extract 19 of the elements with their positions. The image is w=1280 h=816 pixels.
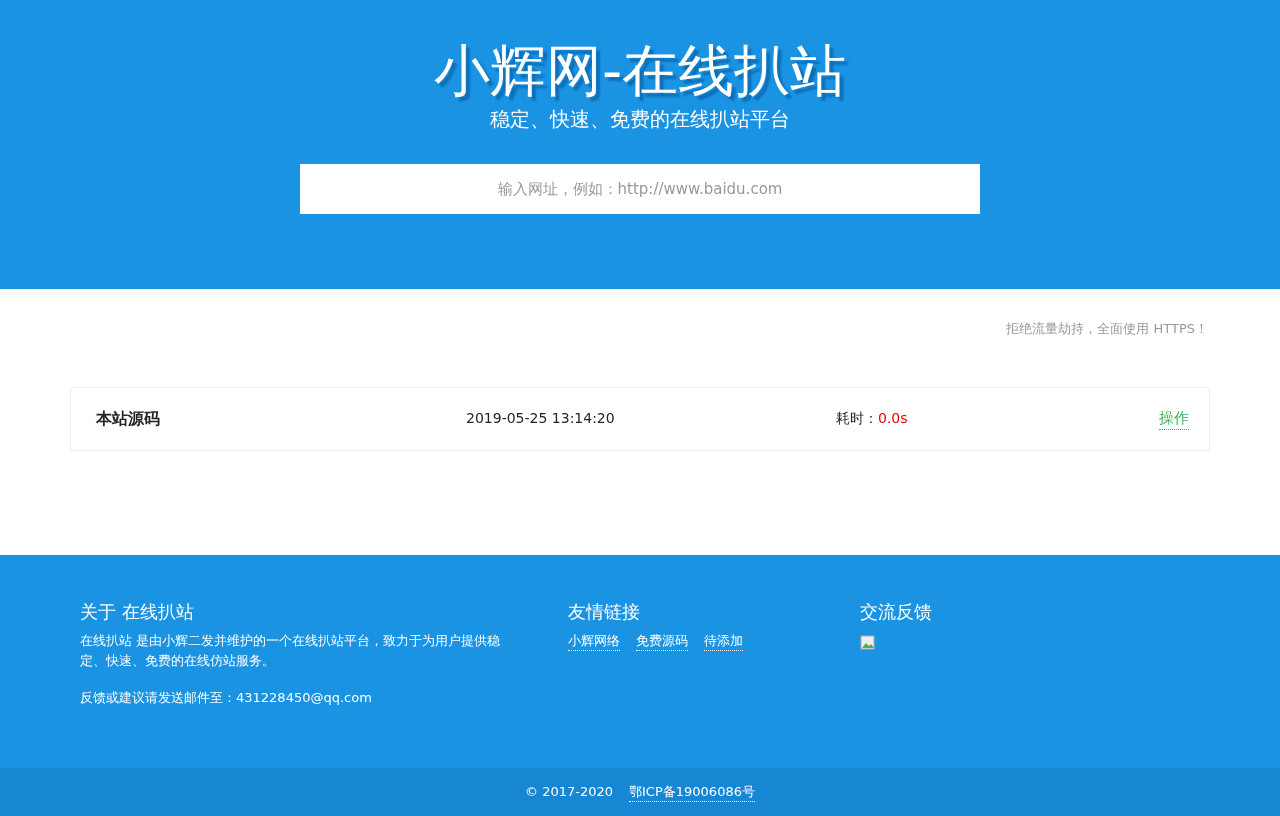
feedback-heading: 交流反馈 <box>860 601 932 623</box>
https-notice: 拒绝流量劫持，全面使用 HTTPS！ <box>1005 320 1209 338</box>
friend-link[interactable]: 小辉网络 <box>568 630 620 652</box>
site-subtitle: 稳定、快速、免费的在线扒站平台 <box>489 105 791 133</box>
copyright-text: © 2017-2020 <box>525 783 614 802</box>
friend-link[interactable]: 待添加 <box>704 630 743 652</box>
record-name: 本站源码 <box>96 407 161 430</box>
friend-link[interactable]: 免费源码 <box>636 630 688 652</box>
record-time: 2019-05-25 13:14:20 <box>466 409 616 428</box>
links-heading: 友情链接 <box>568 601 641 623</box>
action-link[interactable]: 操作 <box>1159 406 1189 431</box>
broken-image-icon <box>860 635 876 652</box>
icp-link[interactable]: 鄂ICP备19006086号 <box>629 781 755 803</box>
record-duration: 耗时：0.0s <box>836 409 909 428</box>
about-heading: 关于 在线扒站 <box>80 601 195 623</box>
site-title: 小辉网-在线扒站 <box>432 40 848 102</box>
contact-text: 反馈或建议请发送邮件至：431228450@qq.com <box>80 689 373 708</box>
about-text: 在线扒站 是由小辉二发并维护的一个在线扒站平台，致力于为用户提供稳定、快速、免费的在线仿站服务。 <box>80 631 502 671</box>
url-input-field[interactable]: 输入网址，例如：http://www.baidu.com <box>300 163 980 214</box>
